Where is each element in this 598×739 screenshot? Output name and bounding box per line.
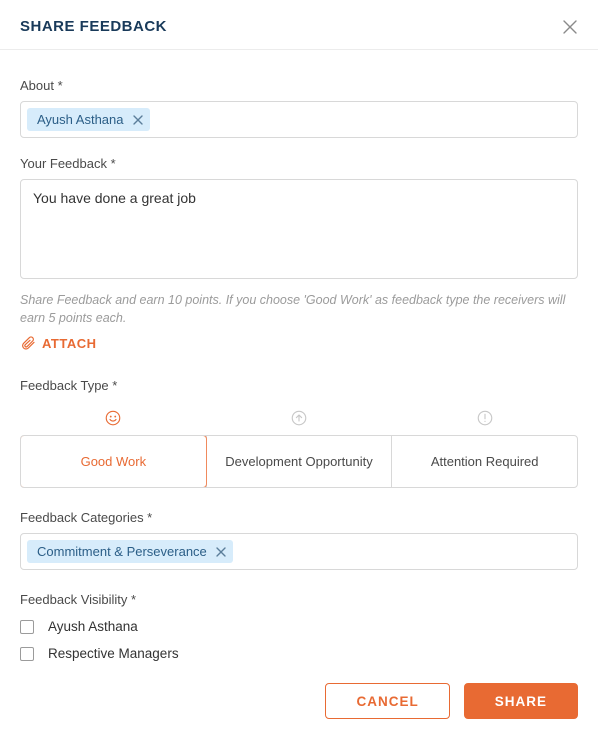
checkbox[interactable] [20, 647, 34, 661]
about-chip: Ayush Asthana [27, 108, 150, 131]
checkbox[interactable] [20, 620, 34, 634]
category-chip: Commitment & Perseverance [27, 540, 233, 563]
about-chip-text: Ayush Asthana [37, 112, 124, 127]
type-option-good-work[interactable]: Good Work [20, 435, 207, 488]
arrow-up-circle-icon [206, 403, 392, 433]
modal-header: SHARE FEEDBACK [0, 0, 598, 50]
category-chip-text: Commitment & Perseverance [37, 544, 207, 559]
attach-label: ATTACH [42, 336, 97, 351]
categories-input[interactable]: Commitment & Perseverance [20, 533, 578, 570]
share-feedback-modal: SHARE FEEDBACK About * Ayush Asthana You… [0, 0, 598, 739]
feedback-textarea[interactable] [20, 179, 578, 279]
categories-label: Feedback Categories * [20, 510, 578, 525]
visibility-option: Respective Managers [20, 646, 578, 661]
remove-chip-icon[interactable] [132, 114, 144, 126]
visibility-option-label: Ayush Asthana [48, 619, 138, 634]
feedback-type-grid: Good Work Development Opportunity Attent… [20, 435, 578, 488]
about-input[interactable]: Ayush Asthana [20, 101, 578, 138]
cancel-button[interactable]: CANCEL [325, 683, 449, 719]
modal-title: SHARE FEEDBACK [20, 18, 167, 35]
visibility-option-label: Respective Managers [48, 646, 179, 661]
close-icon[interactable] [562, 19, 578, 35]
feedback-type-label: Feedback Type * [20, 378, 578, 393]
visibility-label: Feedback Visibility * [20, 592, 578, 607]
type-option-attention[interactable]: Attention Required [391, 436, 577, 487]
modal-body: About * Ayush Asthana Your Feedback * Sh… [0, 50, 598, 667]
smile-icon [20, 403, 206, 433]
info-circle-icon [392, 403, 578, 433]
type-option-development[interactable]: Development Opportunity [206, 436, 392, 487]
paperclip-icon [20, 335, 36, 351]
remove-chip-icon[interactable] [215, 546, 227, 558]
about-label: About * [20, 78, 578, 93]
modal-footer: CANCEL SHARE [0, 667, 598, 739]
attach-button[interactable]: ATTACH [20, 335, 97, 351]
visibility-list: Ayush Asthana Respective Managers Others [20, 619, 578, 667]
share-button[interactable]: SHARE [464, 683, 578, 719]
visibility-option: Ayush Asthana [20, 619, 578, 634]
feedback-helper-text: Share Feedback and earn 10 points. If yo… [20, 292, 578, 327]
type-icons-row [20, 403, 578, 433]
feedback-label: Your Feedback * [20, 156, 578, 171]
